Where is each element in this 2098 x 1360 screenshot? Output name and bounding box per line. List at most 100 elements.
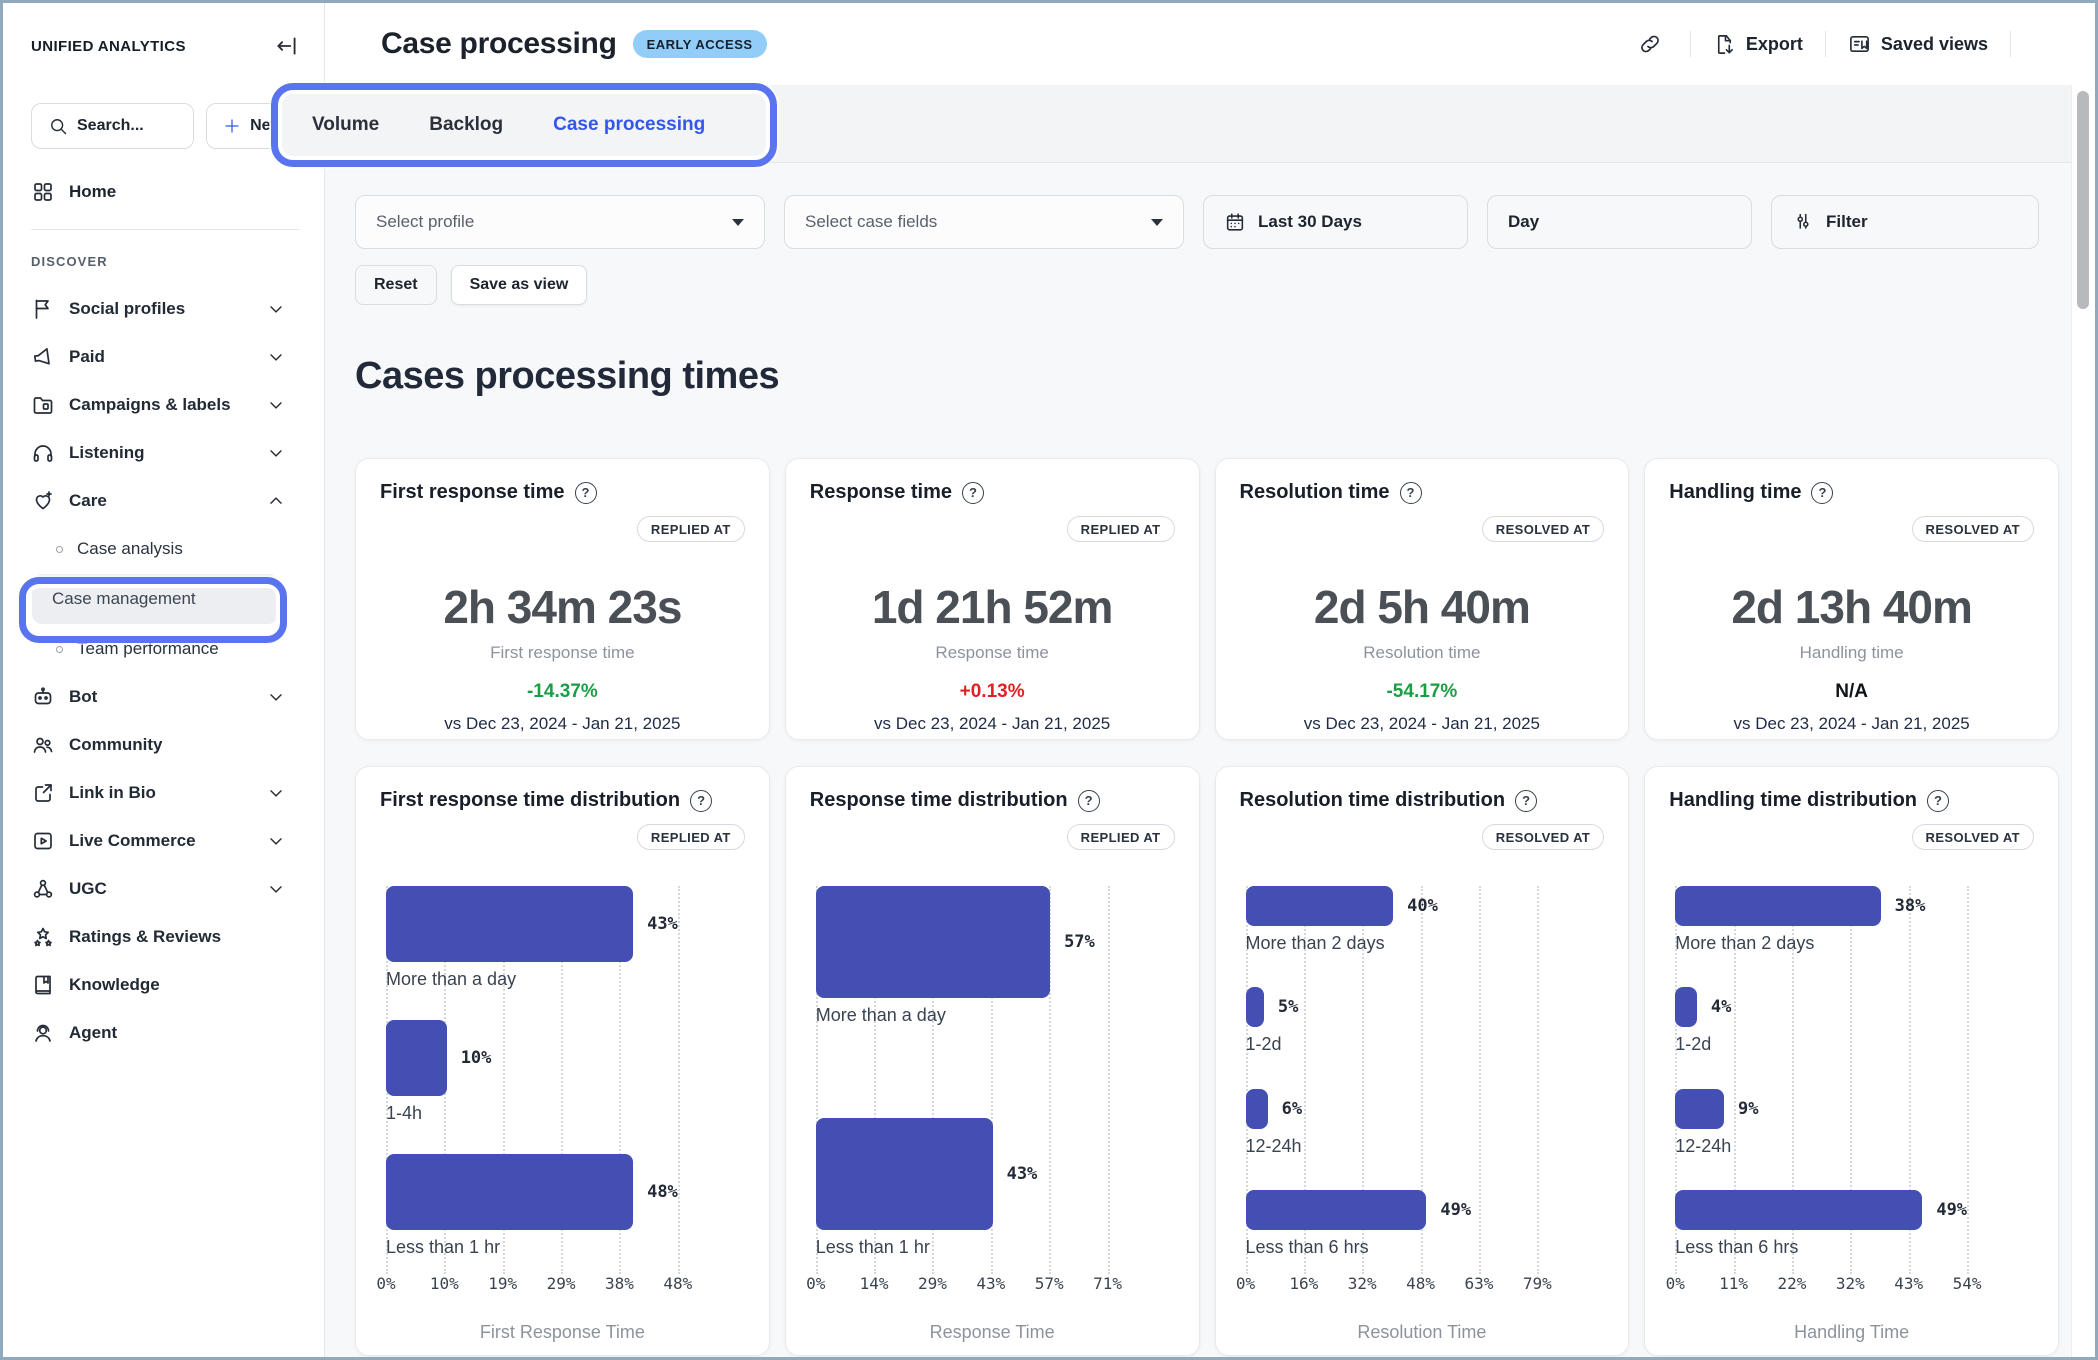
tab-case-processing[interactable]: Case processing — [553, 114, 705, 136]
bar-category-label: More than a day — [816, 1005, 1108, 1026]
sidebar-item-campaigns-labels[interactable]: Campaigns & labels — [31, 381, 300, 429]
bar-category-label: 1-4h — [386, 1103, 678, 1124]
export-button[interactable]: Export — [1713, 33, 1803, 56]
x-tick-label: 79% — [1523, 1274, 1552, 1293]
community-icon — [31, 733, 55, 757]
card-menu-icon[interactable] — [725, 795, 745, 807]
sidebar-item-agent[interactable]: Agent — [31, 1009, 300, 1057]
saved-views-button[interactable]: Saved views — [1848, 33, 1988, 56]
sidebar-item-social-profiles[interactable]: Social profiles — [31, 285, 300, 333]
sidebar-item-label: Social profiles — [69, 299, 185, 319]
section-title: Cases processing times — [355, 355, 2059, 398]
tab-volume[interactable]: Volume — [312, 114, 379, 136]
kpi-card: Response time ? REPLIED AT 1d 21h 52m Re… — [785, 458, 1200, 740]
sidebar-item-listening[interactable]: Listening — [31, 429, 300, 477]
card-menu-icon[interactable] — [1584, 795, 1604, 807]
bar-group: 5%1-2d — [1246, 987, 1538, 1055]
bar-category-label: Less than 6 hrs — [1675, 1237, 1967, 1258]
header-more-menu-icon[interactable] — [2033, 38, 2053, 50]
sidebar-item-knowledge[interactable]: Knowledge — [31, 961, 300, 1009]
filter-button[interactable]: Filter — [1771, 195, 2039, 249]
folder-icon — [31, 393, 55, 417]
sidebar-item-ugc[interactable]: UGC — [31, 865, 300, 913]
bar — [1675, 1089, 1724, 1129]
sidebar-item-case-analysis[interactable]: Case analysis — [31, 525, 300, 573]
sidebar-item-care[interactable]: Care — [31, 477, 300, 525]
save-as-view-button[interactable]: Save as view — [451, 265, 588, 305]
card-menu-icon[interactable] — [1155, 795, 1175, 807]
header-divider — [1825, 31, 1826, 57]
metric-basis-badge: REPLIED AT — [637, 516, 745, 542]
help-icon[interactable]: ? — [690, 790, 712, 812]
bar-group: 43%More than a day — [386, 886, 678, 990]
page-title: Case processing — [381, 27, 617, 61]
sidebar-item-ratings-reviews[interactable]: Ratings & Reviews — [31, 913, 300, 961]
x-axis-ticks: 0%11%22%32%43%54% — [1675, 1274, 1967, 1296]
card-menu-icon[interactable] — [2014, 487, 2034, 499]
bar-value-label: 57% — [1064, 932, 1095, 952]
granularity-label: Day — [1508, 212, 1539, 232]
bar-value-label: 43% — [1007, 1164, 1038, 1184]
sidebar-item-paid[interactable]: Paid — [31, 333, 300, 381]
metric-basis-badge: REPLIED AT — [1067, 824, 1175, 850]
help-icon[interactable]: ? — [575, 482, 597, 504]
sidebar-item-bot[interactable]: Bot — [31, 673, 300, 721]
bar-category-label: Less than 6 hrs — [1246, 1237, 1538, 1258]
sidebar-item-case-management-active[interactable]: Case management — [32, 574, 278, 624]
card-menu-icon[interactable] — [725, 487, 745, 499]
x-tick-label: 48% — [663, 1274, 692, 1293]
x-tick-label: 38% — [605, 1274, 634, 1293]
help-icon[interactable]: ? — [1078, 790, 1100, 812]
calendar-icon — [1224, 211, 1246, 233]
help-icon[interactable]: ? — [1927, 790, 1949, 812]
scrollbar-track[interactable] — [2071, 85, 2095, 1357]
early-access-badge: EARLY ACCESS — [633, 30, 767, 58]
sidebar-item-label: Knowledge — [69, 975, 160, 995]
copy-link-icon[interactable] — [1632, 26, 1668, 62]
bar-value-label: 38% — [1895, 896, 1926, 916]
x-tick-label: 54% — [1953, 1274, 1982, 1293]
sidebar-item-home[interactable]: Home — [31, 177, 300, 207]
bullet-icon — [56, 546, 63, 553]
help-icon[interactable]: ? — [1400, 482, 1422, 504]
sidebar-item-label: Bot — [69, 687, 97, 707]
sidebar-item-live-commerce[interactable]: Live Commerce — [31, 817, 300, 865]
card-menu-icon[interactable] — [1584, 487, 1604, 499]
home-grid-icon — [31, 180, 55, 204]
help-icon[interactable]: ? — [1515, 790, 1537, 812]
search-input[interactable]: Search... — [31, 103, 194, 149]
bar — [1246, 886, 1394, 926]
sidebar-divider — [31, 229, 300, 230]
x-tick-label: 32% — [1348, 1274, 1377, 1293]
bar-value-label: 6% — [1282, 1099, 1302, 1119]
search-label: Search... — [77, 117, 144, 135]
bars: 57%More than a day43%Less than 1 hr — [816, 886, 1108, 1258]
app-window: UNIFIED ANALYTICS Search... New — [0, 0, 2098, 1360]
kpi-card: Handling time ? RESOLVED AT 2d 13h 40m H… — [1644, 458, 2059, 740]
select-profile-dropdown[interactable]: Select profile — [355, 195, 765, 249]
bar-group: 6%12-24h — [1246, 1089, 1538, 1157]
reset-button[interactable]: Reset — [355, 265, 437, 305]
sidebar-item-team-performance[interactable]: Team performance — [31, 625, 300, 673]
bar-value-label: 49% — [1440, 1200, 1471, 1220]
select-case-fields-dropdown[interactable]: Select case fields — [784, 195, 1184, 249]
bar-group: 40%More than 2 days — [1246, 886, 1538, 954]
granularity-button[interactable]: Day — [1487, 195, 1752, 249]
knowledge-icon — [31, 973, 55, 997]
filter-label: Filter — [1826, 212, 1868, 232]
collapse-sidebar-icon[interactable] — [274, 33, 300, 59]
brand-title: UNIFIED ANALYTICS — [31, 38, 186, 55]
tab-backlog[interactable]: Backlog — [429, 114, 503, 136]
bar-category-label: 1-2d — [1675, 1034, 1967, 1055]
scrollbar-thumb[interactable] — [2077, 91, 2089, 309]
card-menu-icon[interactable] — [1155, 487, 1175, 499]
help-icon[interactable]: ? — [962, 482, 984, 504]
sidebar-item-link-in-bio[interactable]: Link in Bio — [31, 769, 300, 817]
kpi-value: 1d 21h 52m — [810, 580, 1175, 634]
help-icon[interactable]: ? — [1811, 482, 1833, 504]
date-range-button[interactable]: Last 30 Days — [1203, 195, 1468, 249]
sidebar-item-community[interactable]: Community — [31, 721, 300, 769]
bar — [1675, 1190, 1922, 1230]
card-menu-icon[interactable] — [2014, 795, 2034, 807]
metric-basis-badge: REPLIED AT — [1067, 516, 1175, 542]
